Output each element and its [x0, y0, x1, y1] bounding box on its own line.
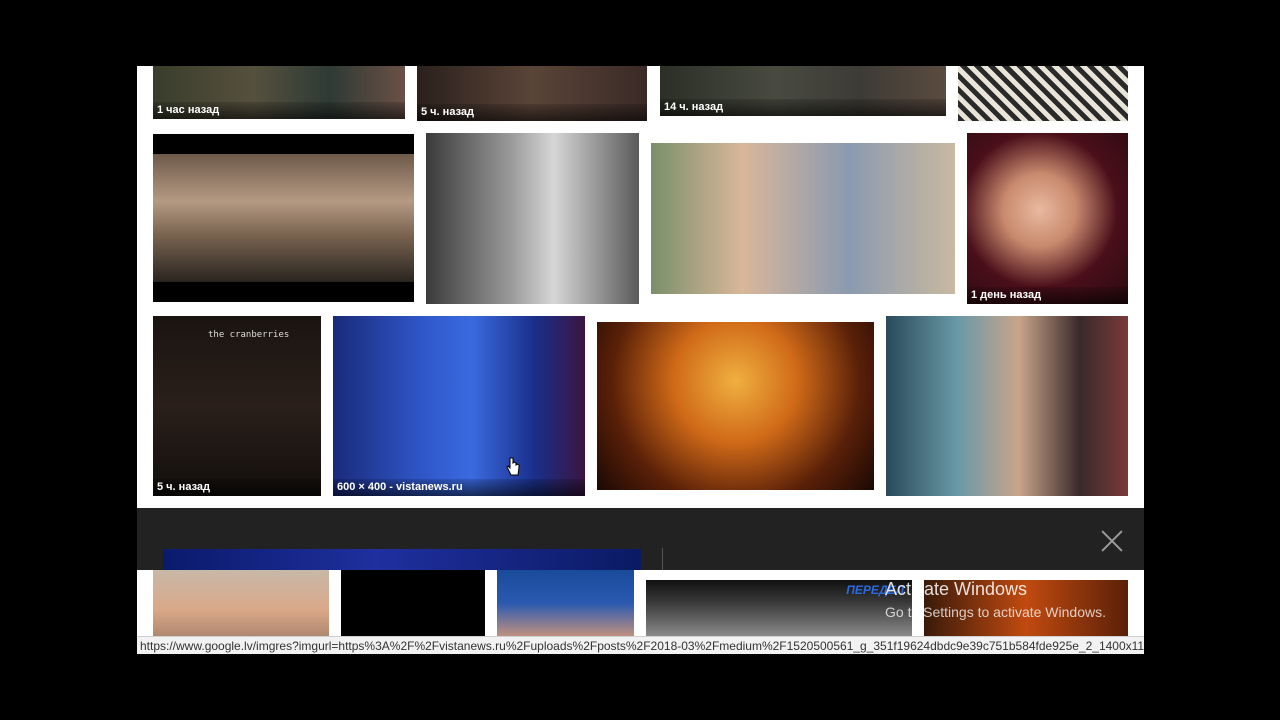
- status-bar-url: https://www.google.lv/imgres?imgurl=http…: [137, 636, 1144, 654]
- close-icon[interactable]: [1100, 529, 1124, 553]
- image-result[interactable]: [597, 322, 874, 490]
- windows-activation-title: Activate Windows: [885, 579, 1028, 599]
- image-result[interactable]: [651, 143, 955, 294]
- image-preview-panel: [137, 508, 1144, 570]
- image-result[interactable]: [886, 316, 1128, 496]
- image-caption: 1 день назад: [967, 287, 1128, 304]
- related-image[interactable]: [497, 570, 634, 636]
- image-caption: 600 × 400 - vistanews.ru: [333, 479, 585, 496]
- image-result[interactable]: 1 час назад: [153, 66, 405, 119]
- hand-cursor-icon: [506, 457, 520, 476]
- related-image[interactable]: [153, 570, 329, 636]
- related-image[interactable]: [341, 570, 485, 636]
- image-result[interactable]: [958, 66, 1128, 121]
- related-image[interactable]: ПЕРЕДЕЛ: [646, 580, 912, 636]
- windows-activation-subtitle: Go to Settings to activate Windows.: [885, 604, 1106, 620]
- album-title-text: the cranberries: [208, 330, 290, 340]
- image-result[interactable]: 14 ч. назад: [660, 66, 946, 116]
- image-caption: 1 час назад: [153, 102, 405, 119]
- image-result[interactable]: [153, 134, 414, 302]
- image-result[interactable]: 5 ч. назад: [417, 66, 647, 121]
- image-result[interactable]: 1 день назад: [967, 133, 1128, 304]
- image-caption: 5 ч. назад: [153, 479, 321, 496]
- image-caption: 5 ч. назад: [417, 104, 647, 121]
- image-result[interactable]: 600 × 400 - vistanews.ru: [333, 316, 585, 496]
- preview-image[interactable]: [163, 549, 641, 570]
- image-result[interactable]: [426, 133, 639, 304]
- preview-divider: [662, 548, 663, 570]
- image-caption: 14 ч. назад: [660, 99, 946, 116]
- image-result[interactable]: the cranberries 5 ч. назад: [153, 316, 321, 496]
- image-results-page: 1 час назад 5 ч. назад 14 ч. назад 1 ден…: [137, 66, 1144, 654]
